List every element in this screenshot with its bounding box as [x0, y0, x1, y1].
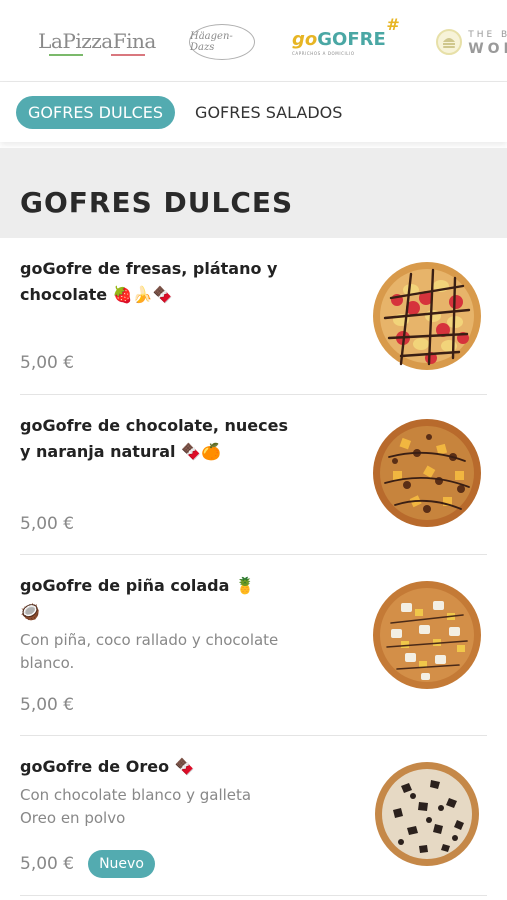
world-text: THE BU WOR [468, 28, 507, 56]
product-price-row: 5,00 € Nuevo [20, 850, 155, 878]
product-price-row: 5,00 € [20, 353, 74, 373]
product-title-line: chocolate 🍓🍌🍫 [20, 285, 173, 304]
product-item[interactable]: goGofre de chocolate, nueces y naranja n… [20, 395, 487, 555]
product-title: goGofre de fresas, plátano y chocolate 🍓… [20, 256, 310, 308]
waffle-chocolate-nut-orange-image [373, 419, 481, 527]
lapizzafina-underline [49, 53, 145, 56]
brand-gogofre-logo[interactable]: goGOFRE # CAPRICHOS A DOMICILIO [292, 15, 400, 68]
haagen-dazs-oval: Häagen-Dazs [189, 24, 255, 60]
gogofre-hash-icon: # [386, 14, 400, 34]
brand-carousel[interactable]: LaPizzaFina Häagen-Dazs goGOFRE # CAPRIC… [0, 0, 507, 82]
section-header: GOFRES DULCES [0, 148, 507, 238]
section-title: GOFRES DULCES [20, 186, 294, 219]
product-title-line: goGofre de chocolate, nueces [20, 416, 288, 435]
product-title: goGofre de Oreo 🍫 [20, 754, 310, 780]
waffle-pina-colada-image [373, 581, 481, 689]
brand-haagen-dazs-logo[interactable]: Häagen-Dazs [187, 16, 257, 68]
category-tabs: GOFRES DULCES GOFRES SALADOS [0, 82, 507, 142]
product-price: 5,00 € [20, 514, 75, 534]
product-price: 5,00 € [20, 854, 75, 874]
product-description: Con chocolate blanco y galleta Oreo en p… [20, 786, 252, 827]
product-title: goGofre de piña colada 🍍 🥥 [20, 573, 310, 625]
product-list: goGofre de fresas, plátano y chocolate 🍓… [0, 238, 507, 896]
product-item[interactable]: goGofre de piña colada 🍍 🥥 Con piña, coc… [20, 555, 487, 736]
product-title-line: goGofre de fresas, plátano y [20, 259, 278, 278]
product-price: 5,00 € [20, 695, 75, 715]
product-item[interactable]: goGofre de fresas, plátano y chocolate 🍓… [20, 238, 487, 395]
world-logo-group: THE BU WOR [436, 28, 507, 56]
product-title-line: y naranja natural 🍫🍊 [20, 442, 221, 461]
product-item[interactable]: goGofre de Oreo 🍫 Con chocolate blanco y… [20, 736, 487, 896]
gogofre-wordmark: goGOFRE # [292, 15, 400, 50]
product-price-row: 5,00 € [20, 695, 74, 715]
product-description: Con piña, coco rallado y chocolate blanc… [20, 631, 279, 672]
lapizzafina-text: LaPizzaFina [38, 28, 156, 53]
world-text-bottom: WOR [468, 41, 507, 57]
product-title-line: goGofre de piña colada 🍍 [20, 576, 255, 595]
new-badge: Nuevo [88, 850, 155, 878]
product-title: goGofre de chocolate, nueces y naranja n… [20, 413, 310, 465]
product-title-line: goGofre de Oreo 🍫 [20, 757, 195, 776]
gogofre-tagline: CAPRICHOS A DOMICILIO [292, 50, 355, 56]
burger-icon [436, 29, 463, 55]
product-price-row: 5,00 € [20, 514, 74, 534]
brand-world-logo[interactable]: THE BU WOR [423, 16, 507, 68]
product-title-line: 🥥 [20, 602, 40, 621]
haagen-dazs-text: Häagen-Dazs [190, 31, 233, 53]
waffle-strawberry-banana-image [373, 262, 481, 370]
gogofre-go-text: go [292, 28, 318, 50]
waffle-oreo-image [375, 762, 479, 866]
product-price: 5,00 € [20, 353, 75, 373]
tab-gofres-dulces[interactable]: GOFRES DULCES [16, 95, 176, 129]
gogofre-gofre-text: GOFRE [317, 28, 386, 50]
tab-gofres-salados[interactable]: GOFRES SALADOS [187, 97, 350, 128]
world-text-top: THE BU [468, 30, 507, 40]
brand-lapizzafina-logo[interactable]: LaPizzaFina [38, 16, 156, 68]
